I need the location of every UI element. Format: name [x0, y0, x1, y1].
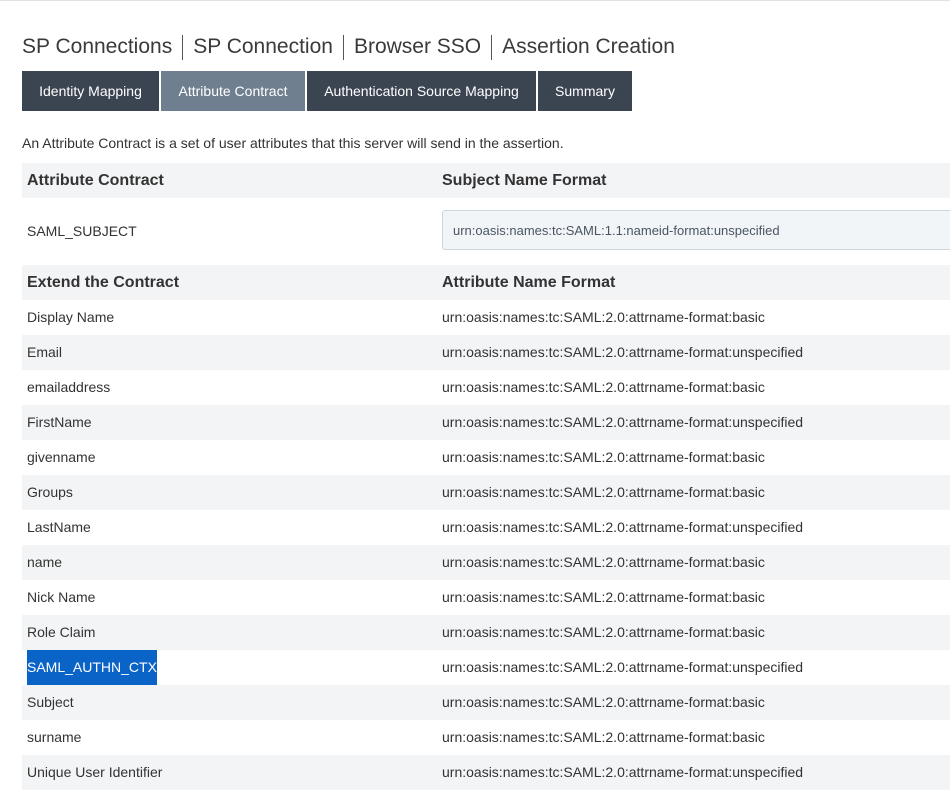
- attribute-name-format: urn:oasis:names:tc:SAML:2.0:attrname-for…: [442, 659, 804, 675]
- table-row: Display Name urn:oasis:names:tc:SAML:2.0:…: [22, 300, 950, 335]
- attribute-name: Nick Name: [27, 589, 96, 605]
- tab-summary[interactable]: Summary: [538, 71, 632, 111]
- breadcrumb-separator: [182, 34, 184, 60]
- table-row: SAML_AUTHN_CTX urn:oasis:names:tc:SAML:2.…: [22, 650, 950, 685]
- attribute-name-format: urn:oasis:names:tc:SAML:2.0:attrname-for…: [442, 729, 765, 745]
- attribute-name: Subject: [27, 694, 74, 710]
- table-row: name urn:oasis:names:tc:SAML:2.0:attrname…: [22, 545, 950, 580]
- column-header-subject-name-format: Subject Name Format: [442, 172, 607, 189]
- attribute-name: FirstName: [27, 414, 92, 430]
- attribute-name-format: urn:oasis:names:tc:SAML:2.0:attrname-for…: [442, 764, 804, 780]
- attribute-name: SAML_AUTHN_CTX: [27, 650, 157, 685]
- subject-name-format-select[interactable]: urn:oasis:names:tc:SAML:1.1:nameid-forma…: [442, 210, 950, 250]
- attribute-name: emailaddress: [27, 379, 111, 395]
- attribute-name-format: urn:oasis:names:tc:SAML:2.0:attrname-for…: [442, 484, 765, 500]
- table-row: LastName urn:oasis:names:tc:SAML:2.0:attr…: [22, 510, 950, 545]
- attribute-name-format: urn:oasis:names:tc:SAML:2.0:attrname-for…: [442, 589, 765, 605]
- attribute-name-format: urn:oasis:names:tc:SAML:2.0:attrname-for…: [442, 379, 765, 395]
- table-row: Email urn:oasis:names:tc:SAML:2.0:attrnam…: [22, 335, 950, 370]
- attribute-name: Display Name: [27, 309, 115, 325]
- wizard-tabs: Identity Mapping Attribute Contract Auth…: [22, 71, 634, 111]
- attribute-name: LastName: [27, 519, 91, 535]
- breadcrumb-assertion-creation: Assertion Creation: [502, 35, 675, 58]
- subject-row: SAML_SUBJECT urn:oasis:names:tc:SAML:1.1…: [22, 198, 950, 265]
- attribute-name: givenname: [27, 449, 96, 465]
- breadcrumb: SP Connections SP Connection Browser SSO…: [22, 33, 675, 61]
- breadcrumb-sp-connection[interactable]: SP Connection: [193, 35, 333, 59]
- top-divider: [0, 0, 950, 1]
- column-header-attribute-name-format: Attribute Name Format: [442, 274, 616, 291]
- tab-authentication-source-mapping[interactable]: Authentication Source Mapping: [307, 71, 536, 111]
- attribute-name-format: urn:oasis:names:tc:SAML:2.0:attrname-for…: [442, 694, 765, 710]
- breadcrumb-separator: [342, 34, 344, 60]
- attribute-name: Unique User Identifier: [27, 764, 163, 780]
- attribute-name: Role Claim: [27, 624, 96, 640]
- table-row: Subject urn:oasis:names:tc:SAML:2.0:attrn…: [22, 685, 950, 720]
- table-row: Role Claim urn:oasis:names:tc:SAML:2.0:at…: [22, 615, 950, 650]
- attribute-name: name: [27, 554, 63, 570]
- attribute-contract-table: Attribute Contract Subject Name Format S…: [22, 163, 950, 790]
- attribute-name-format: urn:oasis:names:tc:SAML:2.0:attrname-for…: [442, 414, 804, 430]
- table-row: emailaddress urn:oasis:names:tc:SAML:2.0:…: [22, 370, 950, 405]
- tab-identity-mapping[interactable]: Identity Mapping: [22, 71, 159, 111]
- tab-attribute-contract[interactable]: Attribute Contract: [161, 71, 305, 111]
- table-row: Groups urn:oasis:names:tc:SAML:2.0:attrna…: [22, 475, 950, 510]
- subject-attribute-name: SAML_SUBJECT: [27, 223, 137, 239]
- breadcrumb-browser-sso[interactable]: Browser SSO: [354, 35, 481, 59]
- attribute-name-format: urn:oasis:names:tc:SAML:2.0:attrname-for…: [442, 309, 765, 325]
- table-row: surname urn:oasis:names:tc:SAML:2.0:attrn…: [22, 720, 950, 755]
- attribute-name-format: urn:oasis:names:tc:SAML:2.0:attrname-for…: [442, 624, 765, 640]
- table-row: FirstName urn:oasis:names:tc:SAML:2.0:att…: [22, 405, 950, 440]
- extend-rows: Display Name urn:oasis:names:tc:SAML:2.0:…: [22, 300, 950, 790]
- attribute-name-format: urn:oasis:names:tc:SAML:2.0:attrname-for…: [442, 344, 804, 360]
- attribute-name-format: urn:oasis:names:tc:SAML:2.0:attrname-for…: [442, 449, 765, 465]
- extend-header-row: Extend the Contract Attribute Name Forma…: [22, 265, 950, 300]
- attribute-name: surname: [27, 729, 82, 745]
- page-description: An Attribute Contract is a set of user a…: [22, 135, 564, 151]
- attribute-name: Email: [27, 344, 63, 360]
- attribute-name-format: urn:oasis:names:tc:SAML:2.0:attrname-for…: [442, 519, 804, 535]
- attribute-name: Groups: [27, 484, 73, 500]
- breadcrumb-separator: [491, 34, 493, 60]
- table-row: Nick Name urn:oasis:names:tc:SAML:2.0:att…: [22, 580, 950, 615]
- attribute-name-format: urn:oasis:names:tc:SAML:2.0:attrname-for…: [442, 554, 765, 570]
- table-row: Unique User Identifier urn:oasis:names:tc…: [22, 755, 950, 790]
- table-row: givenname urn:oasis:names:tc:SAML:2.0:att…: [22, 440, 950, 475]
- column-header-attribute-contract: Attribute Contract: [27, 172, 164, 189]
- column-header-extend-contract: Extend the Contract: [27, 274, 180, 291]
- contract-header-row: Attribute Contract Subject Name Format: [22, 163, 950, 198]
- breadcrumb-sp-connections[interactable]: SP Connections: [22, 35, 172, 59]
